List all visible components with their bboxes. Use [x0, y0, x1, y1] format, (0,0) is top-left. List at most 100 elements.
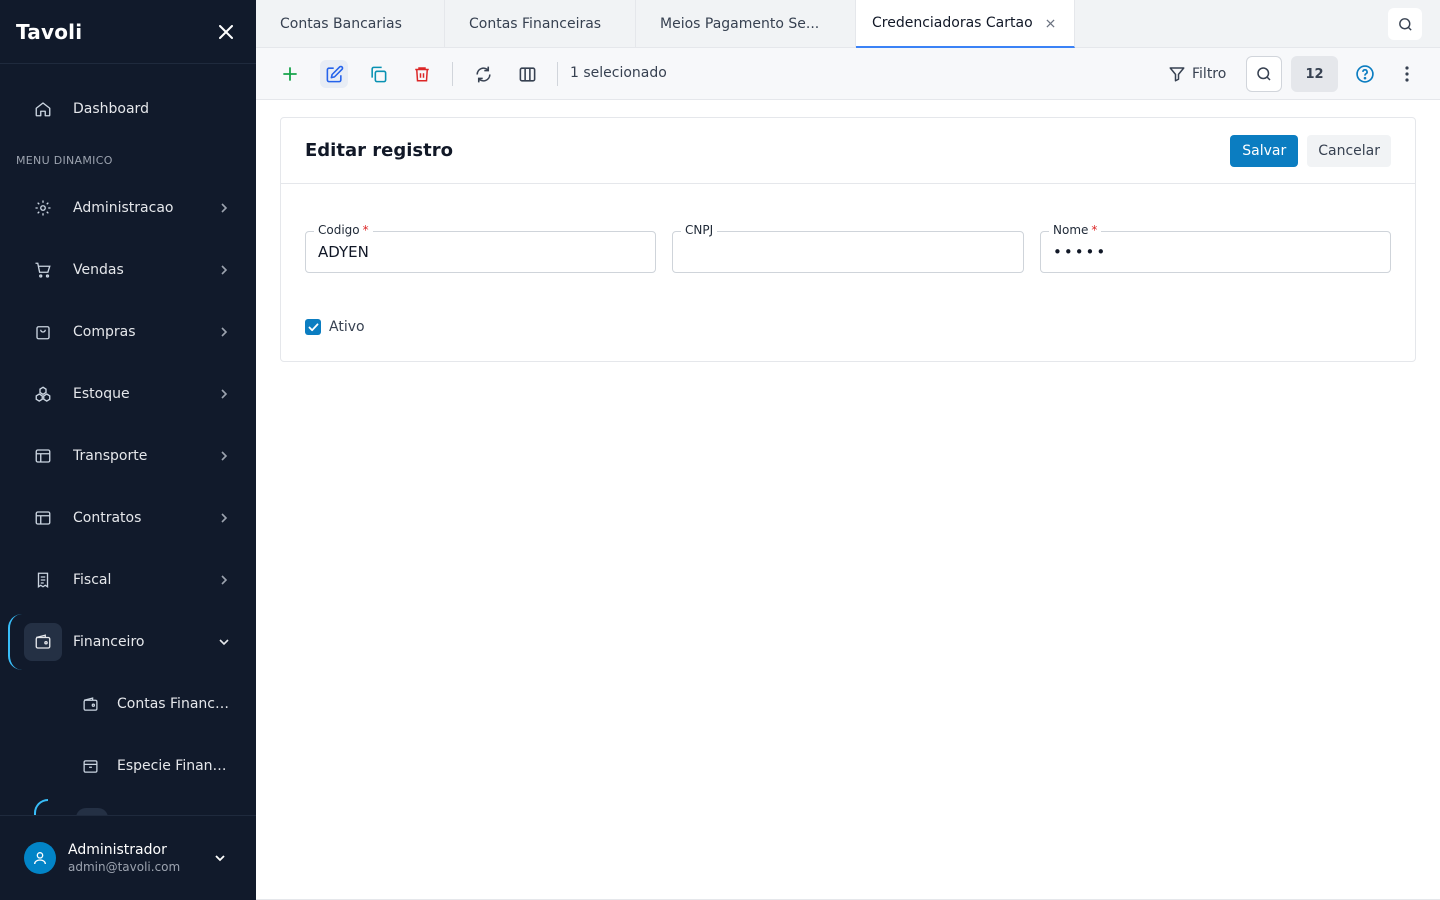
columns-button[interactable]	[513, 60, 541, 88]
edit-button[interactable]	[320, 60, 348, 88]
filter-button[interactable]: Filtro	[1168, 60, 1226, 88]
cnpj-field: CNPJ	[672, 223, 1024, 273]
user-profile[interactable]: Administrador admin@tavoli.com	[0, 815, 256, 900]
duplicate-button[interactable]	[364, 60, 392, 88]
home-icon	[24, 90, 62, 128]
ativo-label: Ativo	[329, 319, 365, 335]
record-count-badge[interactable]: 12	[1291, 56, 1338, 92]
active-indicator	[8, 614, 22, 670]
search-button[interactable]	[1246, 56, 1282, 92]
search-icon	[1398, 17, 1412, 31]
tab-credenciadoras-cartao[interactable]: Credenciadoras Cartao	[856, 0, 1075, 48]
sidebar-item-label: Contratos	[73, 510, 142, 526]
field-label: Nome *	[1049, 223, 1102, 237]
plus-icon	[283, 67, 297, 81]
refresh-button[interactable]	[469, 60, 497, 88]
brand-logo: Tavoli	[16, 19, 83, 44]
sidebar-item-vendas[interactable]: Vendas	[24, 247, 244, 293]
layout-icon	[24, 499, 62, 537]
cart-icon	[24, 251, 62, 289]
codigo-field: Codigo *	[305, 223, 656, 273]
sidebar-subitem-label: Contas Financeiras	[117, 696, 233, 712]
avatar	[24, 842, 56, 874]
sidebar-item-label: Administracao	[73, 200, 174, 216]
sidebar-item-label: Transporte	[73, 448, 148, 464]
sidebar-item-transporte[interactable]: Transporte	[24, 433, 244, 479]
edit-form-card: Editar registro Salvar Cancelar Codigo * …	[280, 117, 1416, 362]
help-button[interactable]	[1351, 60, 1379, 88]
sidebar-item-label: Dashboard	[73, 101, 149, 117]
columns-icon	[519, 66, 535, 82]
toolbar-divider	[557, 62, 558, 86]
user-icon	[34, 852, 46, 865]
checkbox-checked[interactable]	[305, 319, 321, 335]
sidebar-item-financeiro[interactable]: Financeiro	[24, 619, 244, 665]
refresh-icon	[475, 66, 491, 82]
close-sidebar-button[interactable]	[212, 18, 240, 46]
sidebar-item-fiscal[interactable]: Fiscal	[24, 557, 244, 603]
sidebar-subitem-label: Especie Financeira	[117, 758, 233, 774]
chevron-right-icon	[212, 568, 236, 592]
nome-input[interactable]	[1053, 242, 1378, 262]
more-options-button[interactable]	[1394, 60, 1420, 88]
add-button[interactable]	[276, 60, 304, 88]
edit-icon	[326, 65, 343, 82]
wallet-icon	[76, 690, 104, 718]
receipt-icon	[24, 561, 62, 599]
user-info: Administrador admin@tavoli.com	[68, 842, 208, 874]
search-icon	[1257, 67, 1271, 81]
global-search-button[interactable]	[1388, 8, 1422, 40]
sidebar-item-administracao[interactable]: Administracao	[24, 185, 244, 231]
sidebar-subitem-especie-financeira[interactable]: Especie Financeira	[76, 746, 244, 786]
sidebar-item-label: Compras	[73, 324, 136, 340]
tab-meios-pagamento[interactable]: Meios Pagamento Se...	[636, 0, 856, 48]
codigo-input[interactable]	[318, 242, 643, 262]
sidebar-subitem-contas-financeiras[interactable]: Contas Financeiras	[76, 684, 244, 724]
required-marker: *	[362, 223, 369, 237]
cnpj-input[interactable]	[685, 242, 1011, 262]
user-menu-toggle[interactable]	[208, 846, 232, 870]
nome-field: Nome *	[1040, 223, 1391, 273]
sidebar-item-contratos[interactable]: Contratos	[24, 495, 244, 541]
help-icon	[1356, 65, 1374, 83]
toolbar: 1 selecionado Filtro 12	[256, 48, 1440, 100]
archive-icon	[76, 752, 104, 780]
main-content: Contas Bancarias Contas Financeiras Meio…	[256, 0, 1440, 900]
tab-label: Contas Bancarias	[280, 16, 402, 32]
cancel-button[interactable]: Cancelar	[1307, 134, 1391, 167]
cnpj-label: CNPJ	[685, 223, 714, 237]
tab-contas-financeiras[interactable]: Contas Financeiras	[445, 0, 636, 48]
trash-icon	[415, 67, 429, 82]
nome-label: Nome	[1053, 223, 1089, 237]
chevron-right-icon	[212, 320, 236, 344]
boxes-icon	[24, 375, 62, 413]
ativo-checkbox[interactable]: Ativo	[305, 319, 365, 335]
field-label: Codigo *	[314, 223, 373, 237]
copy-icon	[370, 66, 386, 82]
sidebar-item-label: Vendas	[73, 262, 124, 278]
card-header: Editar registro Salvar Cancelar	[281, 118, 1415, 184]
sidebar-header: Tavoli	[0, 0, 256, 64]
wallet-icon	[24, 623, 62, 661]
save-button[interactable]: Salvar	[1230, 134, 1299, 167]
close-icon	[1046, 18, 1055, 28]
chevron-down-icon	[212, 630, 236, 654]
layout-icon	[24, 437, 62, 475]
required-marker: *	[1091, 223, 1098, 237]
sidebar-item-label: Estoque	[73, 386, 130, 402]
form-title: Editar registro	[305, 140, 453, 161]
close-icon	[219, 24, 233, 39]
tab-contas-bancarias[interactable]: Contas Bancarias	[256, 0, 445, 48]
sidebar-item-label: Financeiro	[73, 634, 145, 650]
chevron-right-icon	[212, 506, 236, 530]
sidebar-item-dashboard[interactable]: Dashboard	[24, 86, 244, 132]
sidebar-item-estoque[interactable]: Estoque	[24, 371, 244, 417]
sidebar-item-compras[interactable]: Compras	[24, 309, 244, 355]
sidebar-menu[interactable]: Dashboard MENU DINAMICO Administracao Ve…	[0, 64, 256, 816]
selection-status: 1 selecionado	[570, 65, 667, 81]
close-tab-button[interactable]	[1045, 17, 1057, 29]
tab-label: Meios Pagamento Se...	[660, 16, 820, 32]
more-vertical-icon	[1405, 66, 1409, 82]
delete-button[interactable]	[408, 60, 436, 88]
toolbar-divider	[452, 62, 453, 86]
